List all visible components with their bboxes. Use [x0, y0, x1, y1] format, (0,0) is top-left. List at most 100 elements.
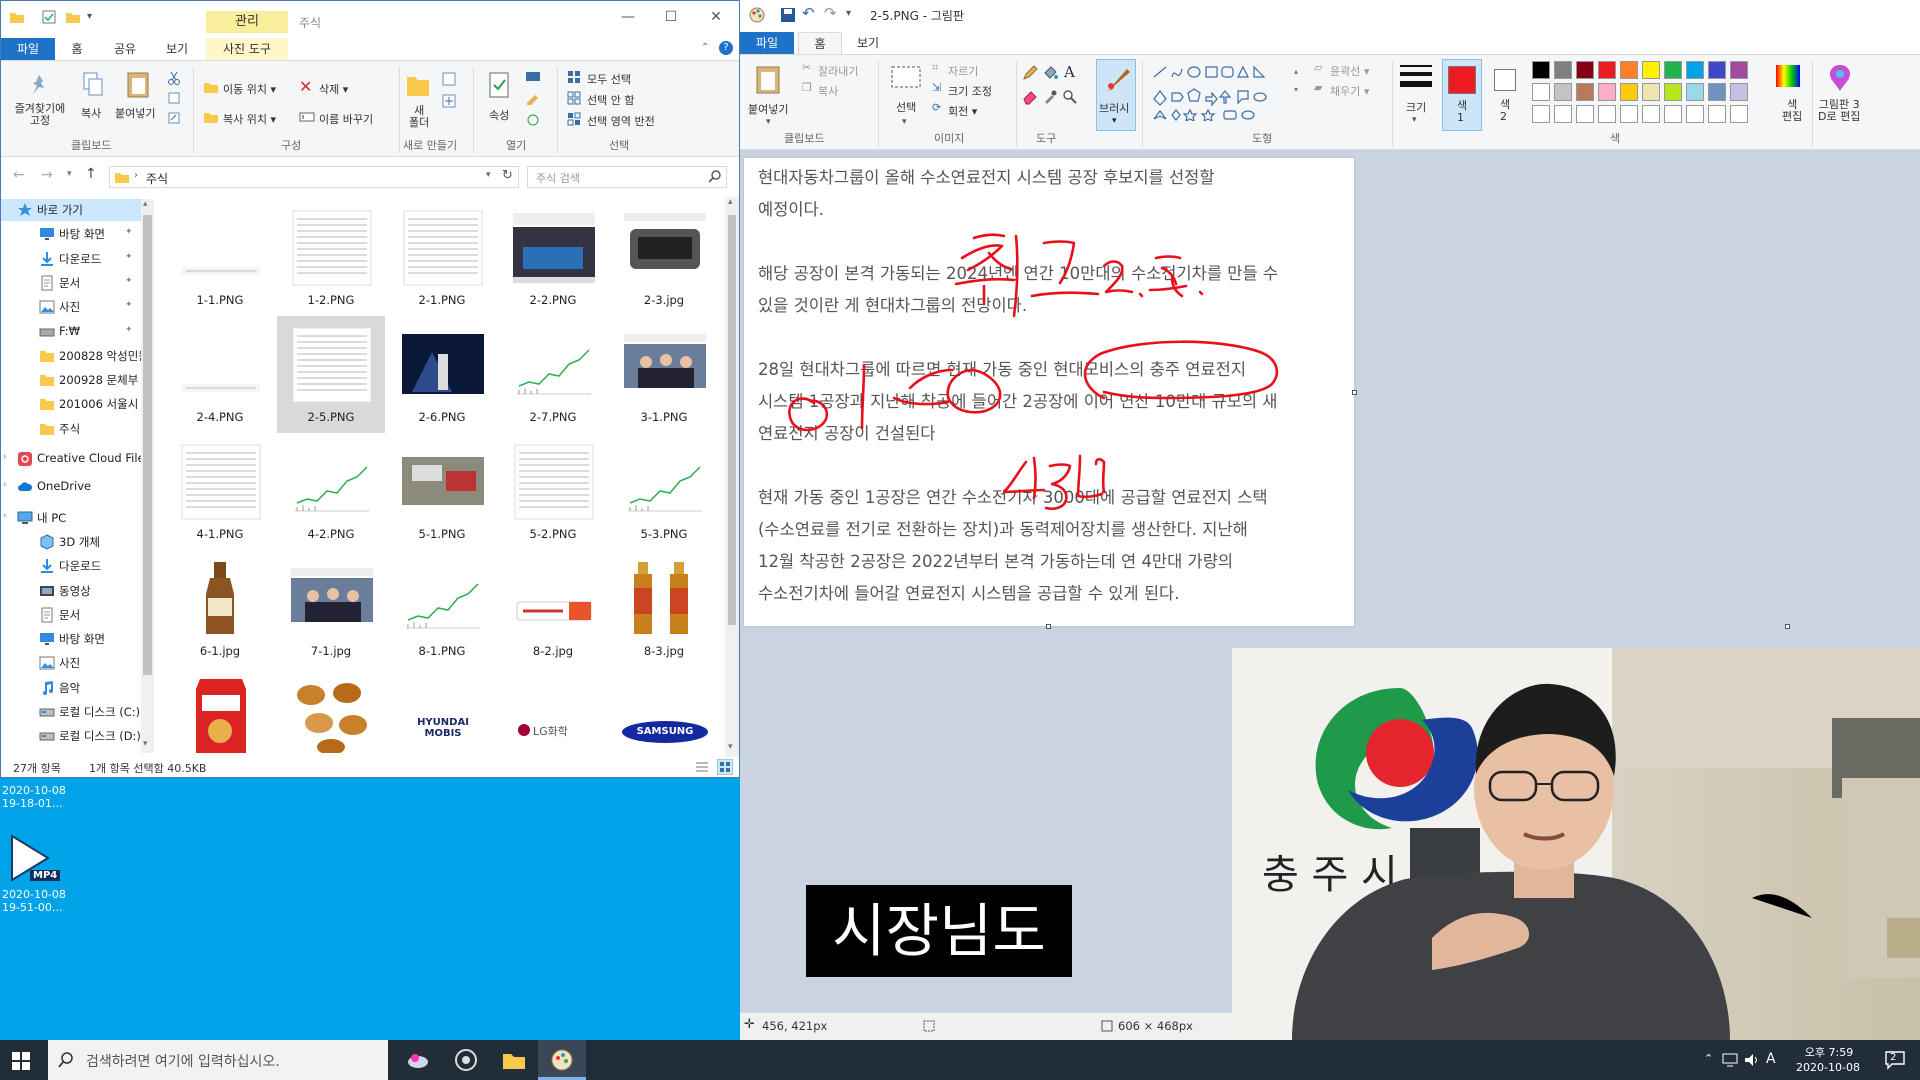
forward-icon[interactable]: →: [41, 167, 53, 183]
shapes-gallery[interactable]: [1150, 63, 1292, 121]
taskbar-search-box[interactable]: 검색하려면 여기에 입력하십시오.: [48, 1040, 388, 1080]
scroll-down-icon[interactable]: ▾: [728, 742, 733, 752]
outline-button[interactable]: 윤곽선 ▾: [1330, 63, 1369, 79]
properties-icon[interactable]: [487, 71, 511, 99]
address-input[interactable]: › 주식 ▾ ↻: [109, 166, 519, 188]
maximize-icon[interactable]: ☐: [656, 7, 686, 29]
file-tile[interactable]: LG화학: [499, 667, 607, 753]
invert-selection-button[interactable]: 선택 영역 반전: [587, 113, 655, 129]
canvas-resize-handle[interactable]: [1046, 624, 1051, 629]
edit-with-paint-3d-button[interactable]: 그림판 3 D로 편집: [1818, 99, 1860, 123]
palette-swatch[interactable]: [1576, 105, 1594, 123]
palette-swatch[interactable]: [1598, 105, 1616, 123]
paste-button[interactable]: 붙여넣기: [748, 101, 788, 117]
search-icon[interactable]: [708, 170, 722, 184]
paste-shortcut-icon[interactable]: [167, 111, 181, 125]
save-icon[interactable]: [780, 7, 796, 23]
quick-access-dropdown-icon[interactable]: ▾: [87, 11, 92, 22]
paste-button[interactable]: 붙여넣기: [115, 105, 155, 121]
palette-swatch[interactable]: [1664, 105, 1682, 123]
breadcrumb-current[interactable]: 주식: [146, 170, 168, 187]
palette-swatch[interactable]: [1730, 105, 1748, 123]
color2-button[interactable]: 색 2: [1486, 59, 1524, 131]
palette-swatch[interactable]: [1686, 83, 1704, 101]
close-icon[interactable]: ✕: [701, 7, 731, 29]
file-tile[interactable]: 1-2.PNG: [277, 199, 385, 316]
palette-swatch[interactable]: [1642, 105, 1660, 123]
desktop-file-2[interactable]: MP4 2020-10-08 19-51-00...: [0, 828, 80, 920]
nav-item[interactable]: 다운로드: [1, 555, 153, 577]
nav-item[interactable]: 바탕 화면: [1, 628, 153, 650]
copy-button[interactable]: 복사: [818, 83, 838, 99]
copy-icon[interactable]: ❐: [802, 81, 812, 94]
file-tile[interactable]: 2-2.PNG: [499, 199, 607, 316]
copy-button[interactable]: 복사: [81, 105, 101, 121]
shapes-scroll-up-icon[interactable]: ▴: [1294, 67, 1298, 76]
paste-dropdown-icon[interactable]: ▾: [766, 117, 771, 127]
select-all-button[interactable]: 모두 선택: [587, 71, 631, 87]
network-icon[interactable]: [1722, 1053, 1738, 1067]
edit-icon[interactable]: [525, 91, 541, 105]
nav-item[interactable]: 주식: [1, 418, 153, 440]
palette-swatch[interactable]: [1532, 61, 1550, 79]
scroll-up-icon[interactable]: ▴: [728, 197, 733, 207]
move-to-icon[interactable]: [203, 79, 219, 95]
copy-icon[interactable]: [81, 71, 105, 99]
brush-button[interactable]: 브러시 ▾: [1096, 59, 1136, 131]
file-tile[interactable]: 1-1.PNG: [166, 199, 274, 316]
help-icon[interactable]: ?: [719, 41, 733, 55]
select-none-button[interactable]: 선택 안 함: [587, 92, 634, 108]
paste-icon[interactable]: [125, 69, 151, 99]
tab-home[interactable]: 홈: [798, 32, 842, 54]
file-tile[interactable]: 3-1.PNG: [610, 316, 718, 433]
file-tile[interactable]: 2-4.PNG: [166, 316, 274, 433]
nav-item[interactable]: 내 PC ›: [1, 507, 153, 529]
shapes-scroll-down-icon[interactable]: ▾: [1294, 85, 1298, 94]
show-hidden-icons-icon[interactable]: ⌃: [1704, 1052, 1713, 1065]
tab-file[interactable]: 파일: [1, 38, 55, 60]
select-icon[interactable]: [890, 65, 922, 91]
rename-icon[interactable]: [299, 109, 315, 125]
properties-button[interactable]: 속성: [489, 107, 509, 123]
nav-item[interactable]: 바탕 화면 ✦: [1, 223, 153, 245]
file-tile[interactable]: [166, 667, 274, 753]
scroll-thumb[interactable]: [143, 215, 152, 675]
edit-colors-button[interactable]: 색 편집: [1782, 99, 1802, 123]
search-input[interactable]: 주식 검색: [527, 166, 727, 188]
cut-button[interactable]: 잘라내기: [818, 63, 858, 79]
back-icon[interactable]: ←: [13, 167, 25, 183]
nav-item[interactable]: 201006 서울시: [1, 393, 153, 415]
clock-time[interactable]: 오후 7:59: [1792, 1044, 1866, 1060]
tab-share[interactable]: 공유: [105, 38, 145, 60]
expand-chevron-icon[interactable]: ›: [3, 452, 7, 462]
new-folder-icon[interactable]: [65, 9, 81, 25]
edit-colors-icon[interactable]: [1774, 63, 1802, 89]
rotate-button[interactable]: 회전 ▾: [948, 103, 977, 119]
refresh-icon[interactable]: ↻: [502, 168, 513, 183]
properties-icon[interactable]: [41, 9, 57, 25]
invert-selection-icon[interactable]: [567, 112, 581, 126]
palette-swatch[interactable]: [1642, 83, 1660, 101]
rename-button[interactable]: 이름 바꾸기: [319, 111, 373, 127]
palette-swatch[interactable]: [1532, 83, 1550, 101]
select-none-icon[interactable]: [567, 91, 581, 105]
palette-swatch[interactable]: [1730, 83, 1748, 101]
select-button[interactable]: 선택: [896, 99, 916, 115]
rotate-icon[interactable]: ⟳: [932, 101, 941, 114]
nav-item[interactable]: 로컬 디스크 (C:): [1, 701, 153, 723]
collapse-ribbon-icon[interactable]: ⌃: [701, 42, 709, 53]
palette-swatch[interactable]: [1708, 105, 1726, 123]
move-to-button[interactable]: 이동 위치 ▾: [223, 81, 276, 97]
canvas-resize-handle[interactable]: [1785, 624, 1790, 629]
navigation-scrollbar[interactable]: ▴ ▾: [141, 199, 154, 753]
tab-picture-tools[interactable]: 사진 도구: [206, 38, 288, 60]
fill-shape-icon[interactable]: ▰: [1314, 81, 1322, 94]
file-tile[interactable]: 2-1.PNG: [388, 199, 496, 316]
fill-icon[interactable]: [1042, 65, 1058, 81]
file-tile[interactable]: HYUNDAI MOBIS: [388, 667, 496, 753]
undo-icon[interactable]: ↶: [802, 4, 815, 22]
file-tile[interactable]: 6-1.jpg: [166, 550, 274, 667]
palette-swatch[interactable]: [1664, 83, 1682, 101]
file-tile[interactable]: 8-2.jpg: [499, 550, 607, 667]
expand-chevron-icon[interactable]: ›: [3, 480, 7, 490]
